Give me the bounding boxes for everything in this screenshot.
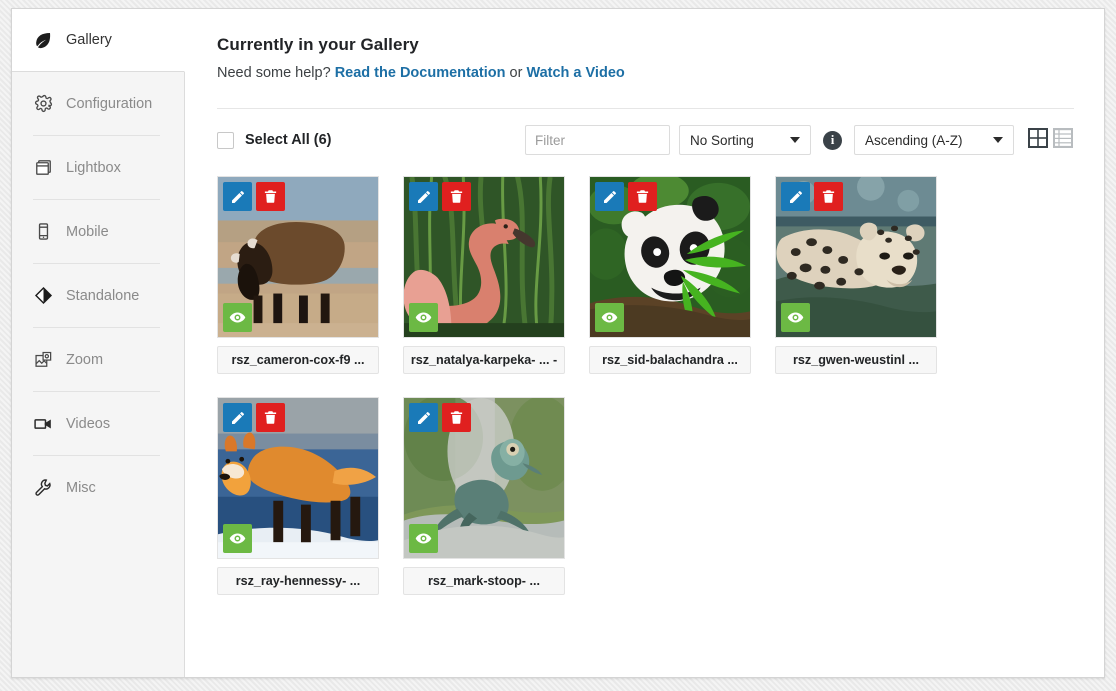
select-all-label: Select All (6) xyxy=(245,132,332,148)
thumbnail[interactable] xyxy=(589,176,751,338)
select-all-checkbox[interactable] xyxy=(217,131,234,149)
sidebar-item-videos[interactable]: Videos xyxy=(12,392,184,455)
edit-icon[interactable] xyxy=(781,182,810,211)
eye-icon[interactable] xyxy=(223,303,252,332)
sidebar-item-gallery[interactable]: Gallery xyxy=(12,9,185,72)
eye-icon[interactable] xyxy=(595,303,624,332)
wrench-icon xyxy=(33,478,53,498)
edit-icon[interactable] xyxy=(595,182,624,211)
sidebar-item-configuration[interactable]: Configuration xyxy=(12,72,184,135)
zoom-image-icon xyxy=(33,350,53,370)
sidebar-item-label: Misc xyxy=(66,479,96,496)
gallery-item[interactable]: rsz_natalya-karpeka- ... - xyxy=(403,176,565,374)
filter-input[interactable] xyxy=(525,125,670,155)
trash-icon[interactable] xyxy=(256,403,285,432)
help-middle: or xyxy=(505,65,527,81)
sort-direction-select[interactable]: Ascending (A-Z) xyxy=(854,125,1014,155)
thumbnail[interactable] xyxy=(403,176,565,338)
edit-icon[interactable] xyxy=(223,182,252,211)
edit-icon[interactable] xyxy=(409,403,438,432)
thumbnail[interactable] xyxy=(217,176,379,338)
leaf-icon xyxy=(33,30,53,50)
sidebar-item-label: Gallery xyxy=(66,32,112,48)
sidebar-item-mobile[interactable]: Mobile xyxy=(12,200,184,263)
trash-icon[interactable] xyxy=(814,182,843,211)
gallery-item-caption: rsz_gwen-weustinl ... xyxy=(775,346,937,374)
gallery-item[interactable]: rsz_mark-stoop- ... xyxy=(403,397,565,595)
gallery-item[interactable]: rsz_cameron-cox-f9 ... xyxy=(217,176,379,374)
gallery-grid: rsz_cameron-cox-f9 ... rsz_natalya-karpe… xyxy=(217,176,1074,595)
sidebar-item-label: Zoom xyxy=(66,351,104,368)
eye-icon[interactable] xyxy=(223,524,252,553)
mobile-icon xyxy=(33,222,53,242)
sidebar-item-label: Videos xyxy=(66,415,111,432)
sort-direction-value: Ascending (A-Z) xyxy=(865,132,963,148)
diamond-icon xyxy=(33,286,53,306)
thumbnail[interactable] xyxy=(217,397,379,559)
read-documentation-link[interactable]: Read the Documentation xyxy=(335,65,506,81)
trash-icon[interactable] xyxy=(442,182,471,211)
info-icon[interactable]: i xyxy=(823,130,842,150)
list-view-icon[interactable] xyxy=(1052,127,1074,154)
page-title: Currently in your Gallery xyxy=(217,35,419,54)
video-camera-icon xyxy=(33,414,53,434)
sidebar-item-standalone[interactable]: Standalone xyxy=(12,264,184,327)
sorting-select[interactable]: No Sorting xyxy=(679,125,811,155)
sidebar-item-label: Mobile xyxy=(66,223,109,240)
edit-icon[interactable] xyxy=(223,403,252,432)
gallery-item-caption: rsz_natalya-karpeka- ... - xyxy=(403,346,565,374)
chevron-down-icon xyxy=(993,137,1003,143)
gallery-toolbar: Select All (6) No Sorting i Ascending (A… xyxy=(217,109,1074,171)
thumbnail[interactable] xyxy=(403,397,565,559)
trash-icon[interactable] xyxy=(256,182,285,211)
sidebar-nav: Gallery Configuration Lightbox Mobile St… xyxy=(12,9,185,677)
view-toggle-group xyxy=(1027,127,1074,154)
sidebar-item-label: Configuration xyxy=(66,95,153,112)
sidebar-item-lightbox[interactable]: Lightbox xyxy=(12,136,184,199)
sidebar-item-misc[interactable]: Misc xyxy=(12,456,184,519)
thumbnail[interactable] xyxy=(775,176,937,338)
sidebar-item-label: Lightbox xyxy=(66,159,121,176)
eye-icon[interactable] xyxy=(781,303,810,332)
grid-view-icon[interactable] xyxy=(1027,127,1049,154)
eye-icon[interactable] xyxy=(409,303,438,332)
help-line: Need some help? Read the Documentation o… xyxy=(217,65,1074,81)
toolbar-right-group: No Sorting i Ascending (A-Z) xyxy=(525,125,1074,155)
eye-icon[interactable] xyxy=(409,524,438,553)
watch-video-link[interactable]: Watch a Video xyxy=(526,65,624,81)
sorting-select-value: No Sorting xyxy=(690,132,754,148)
help-prefix: Need some help? xyxy=(217,65,335,81)
sidebar-item-label: Standalone xyxy=(66,287,140,304)
select-all-control[interactable]: Select All (6) xyxy=(217,131,332,149)
edit-icon[interactable] xyxy=(409,182,438,211)
gallery-item[interactable]: rsz_sid-balachandra ... xyxy=(589,176,751,374)
gear-icon xyxy=(33,94,53,114)
gallery-item-caption: rsz_ray-hennessy- ... xyxy=(217,567,379,595)
chevron-down-icon xyxy=(790,137,800,143)
trash-icon[interactable] xyxy=(628,182,657,211)
gallery-item-caption: rsz_mark-stoop- ... xyxy=(403,567,565,595)
trash-icon[interactable] xyxy=(442,403,471,432)
sidebar-item-zoom[interactable]: Zoom xyxy=(12,328,184,391)
gallery-item-caption: rsz_cameron-cox-f9 ... xyxy=(217,346,379,374)
gallery-item[interactable]: rsz_gwen-weustinl ... xyxy=(775,176,937,374)
gallery-item-caption: rsz_sid-balachandra ... xyxy=(589,346,751,374)
gallery-plugin-window: Gallery Configuration Lightbox Mobile St… xyxy=(11,8,1105,678)
main-content: Currently in your Gallery Need some help… xyxy=(185,9,1104,677)
gallery-item[interactable]: rsz_ray-hennessy- ... xyxy=(217,397,379,595)
lightbox-icon xyxy=(33,158,53,178)
